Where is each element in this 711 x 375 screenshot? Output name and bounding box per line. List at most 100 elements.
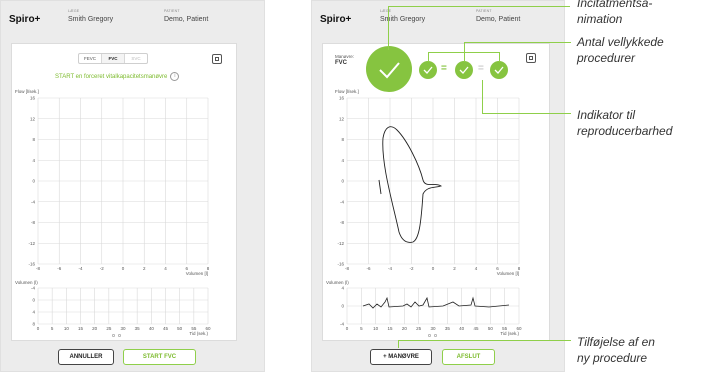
x-tick-label: -2 [100, 266, 104, 271]
test-card: FEVC FVC SVC START en forceret vitalkapa… [11, 43, 237, 341]
instruction-label: START en forceret vitalkapacitetsmanøvre [55, 74, 168, 81]
x-tick-label: 10 [373, 326, 379, 331]
x-tick-label: 2 [453, 266, 456, 271]
flow-volume-chart: 1612840-4-8-12-16-8 -6 -4 -2 0 2 4 6 8Volumen [l… [337, 96, 520, 277]
finish-button[interactable]: AFSLUT [442, 349, 495, 365]
tab-svc[interactable]: SVC [125, 54, 147, 63]
y-tick-label: 0 [32, 179, 35, 184]
patient-label: PATIENT [164, 9, 180, 13]
x-tick-label: 15 [78, 326, 84, 331]
x-tick-label: 0 [37, 326, 40, 331]
check-icon [423, 66, 433, 74]
x-tick-label: 40 [459, 326, 465, 331]
info-icon[interactable]: i [170, 72, 180, 81]
x-tick-label: -8 [36, 266, 40, 271]
x-tick-label: -8 [345, 266, 349, 271]
x-tick-label: 25 [106, 326, 112, 331]
callout-line [482, 80, 483, 114]
y-tick-label: -12 [28, 241, 35, 246]
start-fvc-button[interactable]: START FVC [123, 349, 196, 365]
vt-axis-label: Volumen (l) [15, 280, 38, 285]
add-maneuver-button[interactable]: + MANØVRE [370, 349, 432, 365]
y-tick-label: 4 [341, 286, 344, 291]
check-icon [494, 66, 504, 74]
success-indicator-3 [490, 61, 508, 79]
app-logo: Spiro+ [320, 14, 352, 25]
y-tick-label: -8 [340, 220, 344, 225]
printer-icon[interactable] [212, 54, 222, 64]
x-tick-label: 0 [122, 266, 125, 271]
cancel-button[interactable]: ANNULLER [58, 349, 114, 365]
y-tick-label: 4 [32, 310, 35, 315]
tab-fevc[interactable]: FEVC [79, 54, 102, 63]
x-axis-label: Tid (sek.) [189, 331, 208, 336]
x-tick-label: 30 [430, 326, 436, 331]
check-icon [459, 66, 469, 74]
x-tick-label: 2 [143, 266, 146, 271]
x-tick-label: -2 [409, 266, 413, 271]
doctor-name: Smith Gregory [380, 16, 426, 23]
y-tick-label: 8 [341, 137, 344, 142]
callout-line [482, 113, 571, 114]
success-indicator-2 [455, 61, 473, 79]
y-tick-label: 12 [339, 116, 345, 121]
x-tick-label: -6 [57, 266, 61, 271]
x-tick-label: 10 [64, 326, 70, 331]
callout-line [499, 52, 500, 62]
x-axis-label: Volumen [l] [497, 271, 519, 276]
y-tick-label: -4 [340, 199, 344, 204]
patient-name: Demo, Patient [164, 16, 209, 23]
y-tick-label: 0 [32, 298, 35, 303]
x-tick-label: 0 [346, 326, 349, 331]
x-tick-label: 20 [402, 326, 408, 331]
x-tick-label: 25 [416, 326, 422, 331]
page-dots [112, 334, 121, 337]
callout-line [398, 340, 399, 348]
callout-line [388, 6, 570, 7]
left-screen: Spiro+ LÆGE Smith Gregory PATIENT Demo, … [0, 0, 265, 372]
callout-line [428, 52, 429, 62]
equals-sign: = [441, 63, 447, 74]
volume-time-curve [362, 296, 510, 309]
x-axis-label: Tid (sek.) [500, 331, 519, 336]
incentive-animation [366, 46, 412, 92]
x-tick-label: 35 [135, 326, 141, 331]
annotation-count: Antal vellykkede procedurer [577, 35, 664, 65]
test-card: Manøvre: FVC Flow [l/sek.] 16 12 8 4 0 -4 -8 -1… [322, 43, 550, 341]
patient-label: PATIENT [476, 9, 492, 13]
y-tick-label: -16 [337, 262, 344, 267]
y-tick-label: 0 [341, 179, 344, 184]
doctor-label: LÆGE [380, 9, 392, 13]
annotation-incentive: Incitatmentsa- nimation [577, 0, 653, 26]
y-tick-label: -4 [340, 322, 344, 327]
x-tick-label: 0 [432, 266, 435, 271]
instruction-text: START en forceret vitalkapacitetsmanøvre… [55, 72, 180, 81]
check-icon [379, 62, 400, 79]
x-tick-label: 4 [164, 266, 167, 271]
x-tick-label: 50 [488, 326, 494, 331]
y-tick-label: 8 [32, 322, 35, 327]
y-tick-label: 16 [339, 96, 345, 101]
x-axis-label: Volumen [l] [186, 271, 208, 276]
x-tick-label: 45 [473, 326, 479, 331]
y-tick-label: 4 [341, 158, 344, 163]
printer-icon[interactable] [526, 53, 536, 63]
callout-line [388, 6, 389, 50]
vt-axis-label: Volumen (l) [326, 280, 349, 285]
tab-fvc[interactable]: FVC [102, 54, 125, 63]
x-tick-label: 40 [149, 326, 155, 331]
test-type-tabs: FEVC FVC SVC [78, 53, 148, 64]
flow-volume-curve [378, 126, 443, 243]
page-dots [428, 334, 437, 337]
x-tick-label: 5 [360, 326, 363, 331]
y-tick-label: 0 [341, 304, 344, 309]
callout-line [398, 340, 571, 341]
x-tick-label: 50 [177, 326, 183, 331]
maneuver-label: Manøvre: [335, 54, 355, 59]
doctor-label: LÆGE [68, 9, 80, 13]
x-tick-label: 4 [475, 266, 478, 271]
x-tick-label: 45 [163, 326, 169, 331]
y-tick-label: 4 [32, 158, 35, 163]
patient-name: Demo, Patient [476, 16, 521, 23]
y-tick-label: -12 [337, 241, 344, 246]
